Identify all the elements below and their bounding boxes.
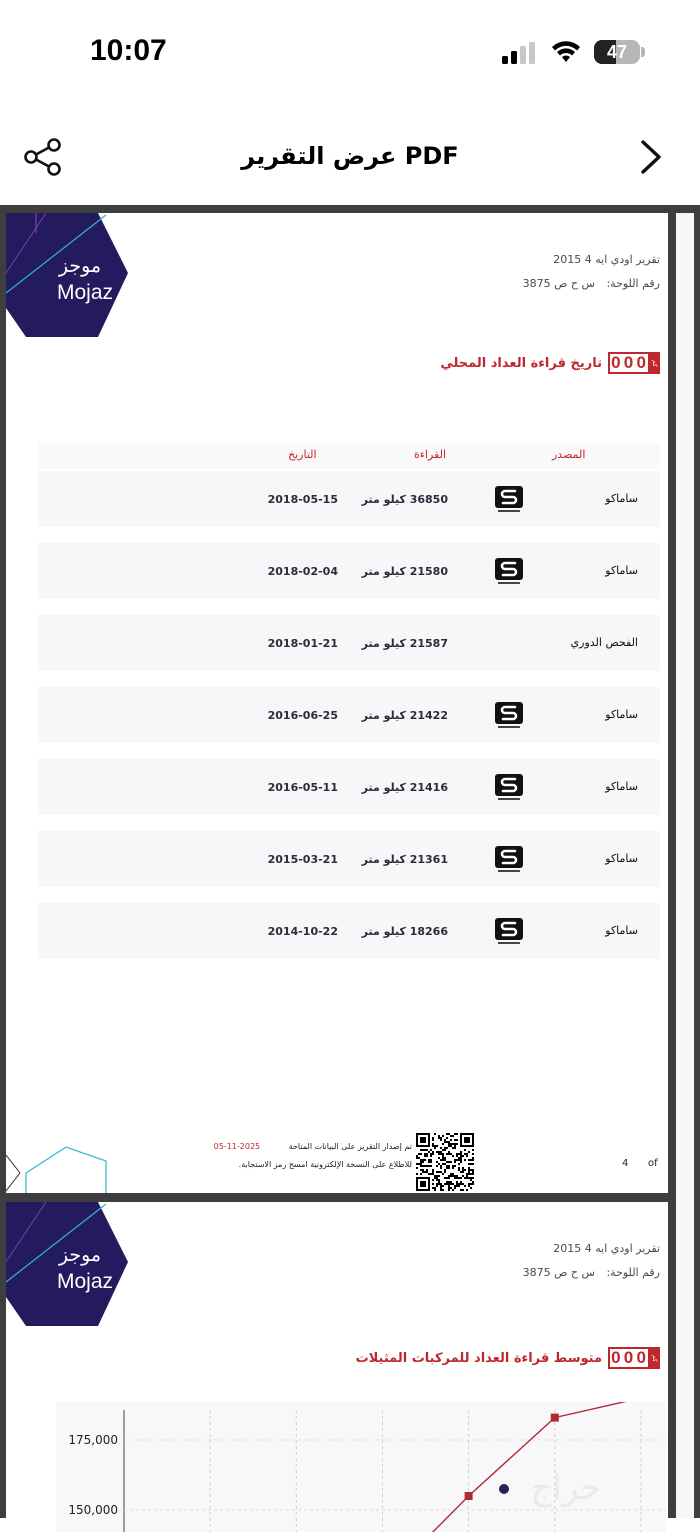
cell-source: ساماكو [605, 924, 638, 937]
odo-digit: 0 [610, 1349, 623, 1367]
scrollbar[interactable] [676, 213, 694, 1518]
odometer-icon: 0 0 0 كم [608, 1347, 660, 1369]
cell-date: 2018-05-15 [267, 493, 338, 506]
odo-unit: كم [648, 1349, 658, 1367]
section-heading: 0 0 0 كم متوسط قراءة العداد للمركبات الم… [356, 1346, 660, 1370]
cell-reading: 21416 كيلو متر [361, 781, 448, 794]
status-time: 10:07 [90, 34, 167, 67]
plate-row: رقم اللوحة: س ح ص 3875 [515, 277, 660, 290]
odo-unit: كم [648, 354, 658, 372]
cell-date: 2018-01-21 [267, 637, 338, 650]
odometer-table: المصدر القراءة التاريخ 2018-05-15 36850 ك… [38, 443, 660, 975]
footer-issued-date: 2025-11-05 [213, 1142, 261, 1151]
table-row: 2014-10-22 18266 كيلو متر ساماكو [38, 903, 660, 959]
chevron-right-icon[interactable] [634, 136, 668, 178]
data-point [550, 1413, 559, 1422]
cell-source: ساماكو [605, 492, 638, 505]
column-header-date: التاريخ [288, 448, 317, 461]
samaco-logo-icon [495, 702, 523, 728]
odo-digit: 0 [635, 1349, 649, 1367]
column-header-reading: القراءة [414, 448, 447, 461]
table-row: 2016-06-25 21422 كيلو متر ساماكو [38, 687, 660, 743]
cell-reading: 21587 كيلو متر [361, 637, 448, 650]
report-title: تقرير اودي ايه 4 2015 [553, 1242, 660, 1255]
table-row: 2018-01-21 21587 كيلو متر الفحص الدوري [38, 615, 660, 671]
cell-reading: 21422 كيلو متر [361, 709, 448, 722]
cell-source: ساماكو [605, 852, 638, 865]
table-row: 2015-03-21 21361 كيلو متر ساماكو [38, 831, 660, 887]
cell-date: 2016-05-11 [267, 781, 338, 794]
odo-digit: 0 [623, 1349, 636, 1367]
section-title: متوسط قراءة العداد للمركبات المثيلات [355, 1350, 602, 1366]
table-row: 2018-02-04 21580 كيلو متر ساماكو [38, 543, 660, 599]
logo-english-text: Mojaz [56, 281, 114, 304]
report-title: تقرير اودي ايه 4 2015 [553, 253, 660, 266]
plate-label: رقم اللوحة: [606, 277, 660, 290]
plate-row: رقم اللوحة: س ح ص 3875 [515, 1266, 660, 1279]
cell-reading: 21361 كيلو متر [361, 853, 448, 866]
footer-scan-text: للاطلاع على النسخة الإلكترونية امسح رمز … [238, 1160, 412, 1169]
cell-date: 2016-06-25 [267, 709, 338, 722]
samaco-logo-icon [495, 486, 523, 512]
samaco-logo-icon [495, 558, 523, 584]
logo-english-text: Mojaz [56, 1270, 114, 1293]
footer-page-number: 4 [622, 1158, 629, 1169]
cell-source: الفحص الدوري [570, 636, 638, 649]
watermark-text: حراج [530, 1468, 601, 1508]
pdf-page: موجز Mojaz تقرير اودي ايه 4 2015 رقم الل… [6, 213, 668, 1193]
cell-date: 2015-03-21 [267, 853, 338, 866]
samaco-logo-icon [495, 846, 523, 872]
battery-percent: 47 [606, 42, 628, 62]
footer-of-label: of [648, 1158, 658, 1169]
odo-digit: 0 [610, 354, 623, 372]
wifi-icon [552, 41, 580, 62]
cell-reading: 18266 كيلو متر [361, 925, 448, 938]
footer-issued-text: تم إصدار التقرير على البيانات المتاحة [288, 1142, 412, 1151]
plate-value: س ح ص 3875 [522, 1266, 595, 1279]
watermark-logo: حراج [496, 1467, 616, 1517]
odometer-icon: 0 0 0 كم [608, 352, 660, 374]
y-tick-label: 150,000 [68, 1503, 118, 1517]
plate-value: س ح ص 3875 [522, 277, 595, 290]
data-point [464, 1492, 473, 1500]
cell-source: ساماكو [605, 780, 638, 793]
samaco-logo-icon [495, 774, 523, 800]
cell-source: ساماكو [605, 564, 638, 577]
cell-source: ساماكو [605, 708, 638, 721]
cell-reading: 36850 كيلو متر [361, 493, 448, 506]
section-title: تاريخ قراءة العداد المحلي [440, 355, 602, 371]
table-header: المصدر القراءة التاريخ [38, 443, 660, 469]
logo-arabic-text: موجز [58, 255, 102, 277]
battery-icon: 47 [594, 40, 640, 64]
section-heading: 0 0 0 كم تاريخ قراءة العداد المحلي [440, 351, 660, 375]
table-row: 2016-05-11 21416 كيلو متر ساماكو [38, 759, 660, 815]
status-bar: 10:07 47 [0, 0, 700, 100]
column-header-source: المصدر [552, 448, 586, 461]
page-footer: of 4 تم إصدار التقرير على البيانات المتا… [6, 1128, 668, 1191]
odo-digit: 0 [623, 354, 636, 372]
watermark-dot [499, 1484, 509, 1494]
samaco-logo-icon [495, 918, 523, 944]
pdf-viewer[interactable]: موجز Mojaz تقرير اودي ايه 4 2015 رقم الل… [0, 205, 700, 1532]
table-row: 2018-05-15 36850 كيلو متر ساماكو [38, 471, 660, 527]
logo-arabic-text: موجز [58, 1244, 102, 1266]
battery-nub [641, 47, 645, 57]
plate-label: رقم اللوحة: [606, 1266, 660, 1279]
footer-issued-line: تم إصدار التقرير على البيانات المتاحة 20… [214, 1142, 412, 1151]
top-bar: عرض التقرير PDF [0, 100, 700, 205]
cell-date: 2018-02-04 [267, 565, 338, 578]
cell-reading: 21580 كيلو متر [361, 565, 448, 578]
cell-date: 2014-10-22 [267, 925, 338, 938]
cellular-signal-icon [502, 42, 535, 64]
y-tick-label: 175,000 [68, 1433, 118, 1447]
qr-code-icon [416, 1133, 474, 1191]
page-title: عرض التقرير PDF [241, 142, 459, 170]
odo-digit: 0 [635, 354, 649, 372]
